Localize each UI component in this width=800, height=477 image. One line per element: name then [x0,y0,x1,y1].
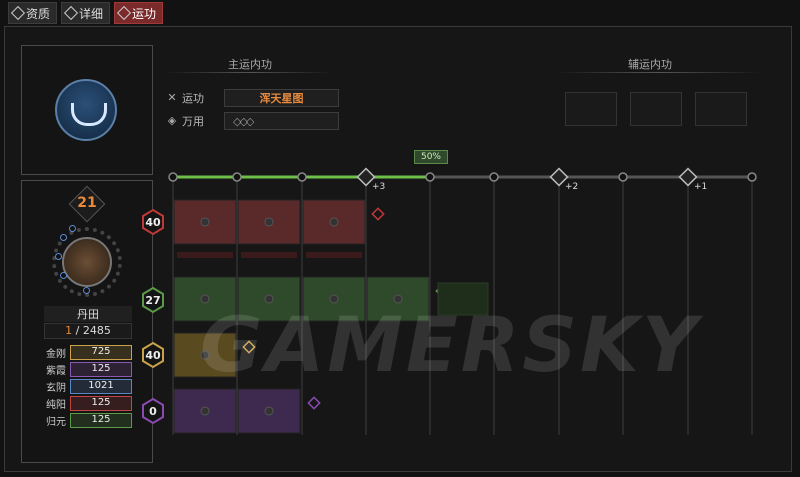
track-node [618,172,628,182]
meridian-badge-value: 40 [145,216,161,229]
meridian-badge-value: 27 [145,294,160,307]
milestone-label: +2 [565,182,578,192]
track-node [425,172,435,182]
slot-node [329,217,339,227]
slot-node [264,406,274,416]
slot-sub-bar [177,252,233,258]
slot-node [264,294,274,304]
meridian-badge-value: 0 [149,405,157,418]
track-node [297,172,307,182]
node-diamond-icon [307,396,321,410]
slot-node [200,294,210,304]
slot-node [393,294,403,304]
track-node [232,172,242,182]
slot-sub-bar [306,252,362,258]
meridian-badge-value: 40 [145,349,161,362]
slot-sub-bar [241,252,297,258]
track-node [168,172,178,182]
slot-node [200,217,210,227]
meridian-grid: +3 +2 +1 40 27 40 0 [142,167,757,435]
milestone-label: +3 [372,182,385,192]
node-diamond-icon [242,340,256,354]
locked-slot [437,282,489,316]
slot-node [329,294,339,304]
slot-node [200,350,210,360]
slot-node [264,217,274,227]
node-diamond-icon [371,207,385,221]
track-node [747,172,757,182]
milestone-label: +1 [694,182,707,192]
slot-node [200,406,210,416]
track-node [489,172,499,182]
